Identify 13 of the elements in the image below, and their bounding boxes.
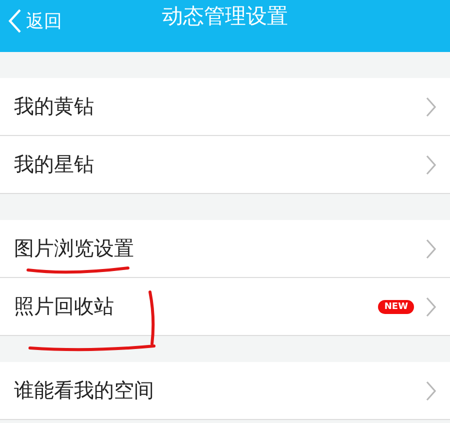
chevron-icon — [426, 154, 436, 174]
chevron-icon — [426, 380, 436, 400]
settings-row[interactable]: 谁能看我的空间 — [0, 362, 450, 420]
page-title: 动态管理设置 — [162, 4, 288, 28]
new-badge: NEW — [378, 300, 414, 314]
chevron-icon — [426, 238, 436, 258]
chevron-icon — [426, 96, 436, 116]
settings-row[interactable]: 我的黄钻 — [0, 78, 450, 136]
chevron-icon — [426, 296, 436, 316]
back-icon — [8, 8, 22, 34]
settings-row[interactable]: 我的星钻 — [0, 136, 450, 194]
settings-row[interactable]: 照片回收站 NEW — [0, 278, 450, 336]
settings-row[interactable]: 图片浏览设置 — [0, 220, 450, 278]
